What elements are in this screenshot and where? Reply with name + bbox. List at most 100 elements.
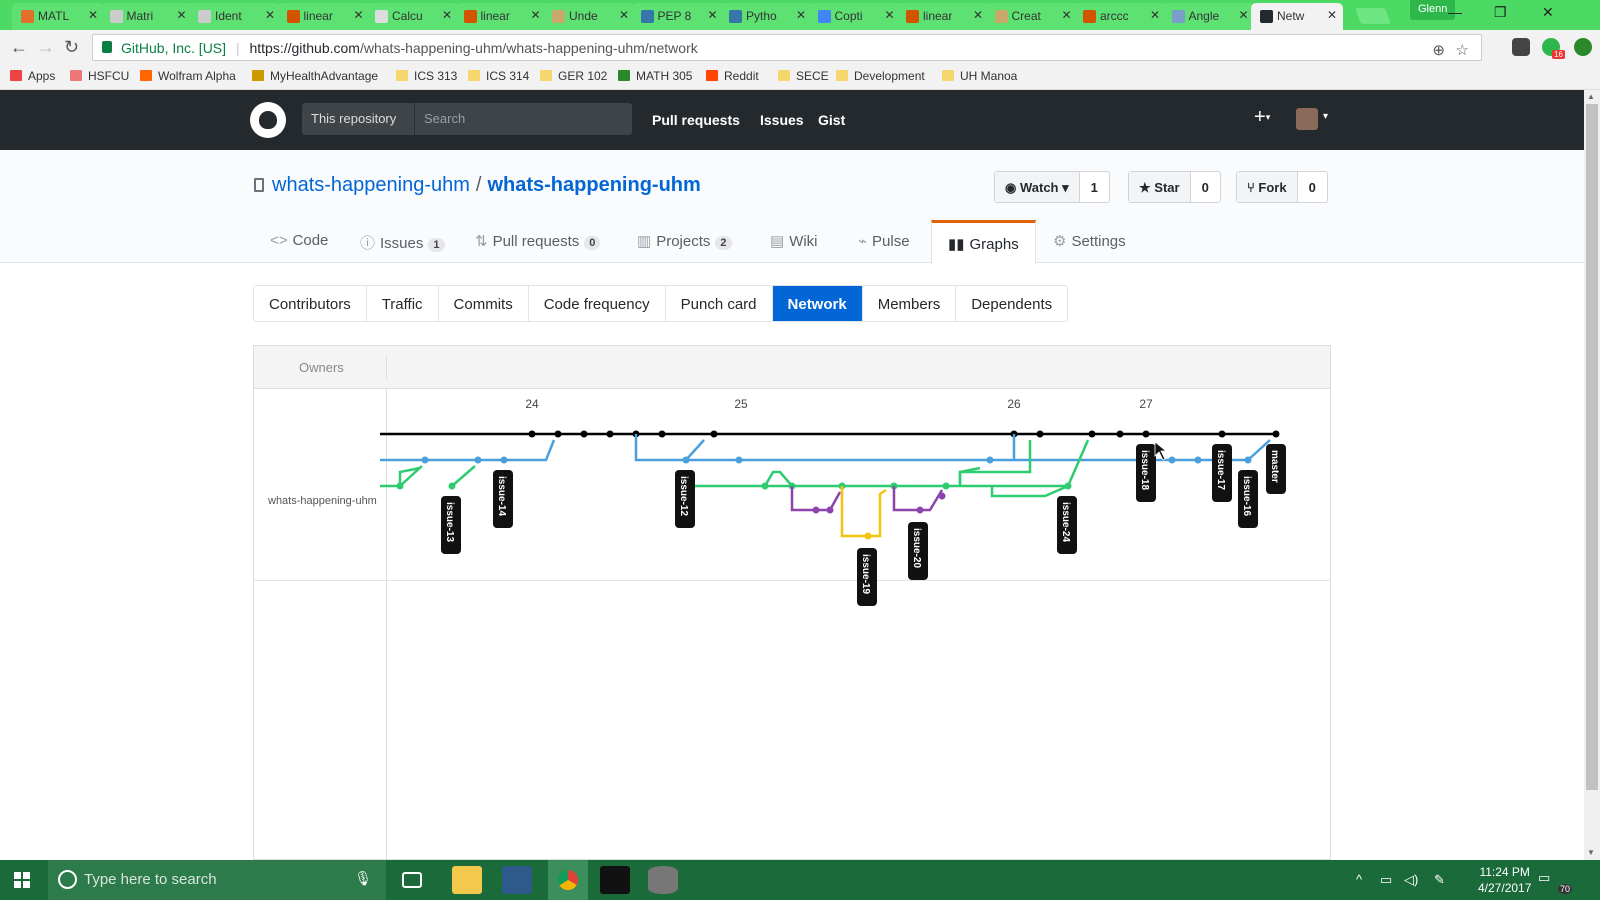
avatar[interactable] [1296,108,1318,130]
close-icon[interactable]: ✕ [265,8,275,22]
browser-tab[interactable]: Netw ✕ [1251,3,1343,30]
network-icon[interactable]: ▭ [1380,872,1392,888]
bookmark-star-icon[interactable]: ☆ [1456,41,1469,59]
repo-name-link[interactable]: whats-happening-uhm [487,174,700,196]
volume-icon[interactable]: ◁) [1404,872,1418,888]
bookmark-item[interactable]: HSFCU [70,69,129,83]
pocket-icon[interactable] [1512,38,1530,56]
close-icon[interactable]: ✕ [973,8,983,22]
branch-label[interactable]: issue-17 [1212,444,1232,502]
action-center-icon[interactable]: ▭ [1538,870,1550,886]
browser-tab[interactable]: linear ✕ [454,3,547,30]
browser-tab[interactable]: Pytho ✕ [720,3,812,30]
chrome-icon[interactable] [548,860,588,900]
close-icon[interactable]: ✕ [1061,8,1071,22]
subnav-members[interactable]: Members [863,286,957,321]
branch-label[interactable]: issue-20 [908,522,928,580]
tab-issues[interactable]: ⓘ Issues 1 [360,220,445,264]
subnav-code-frequency[interactable]: Code frequency [529,286,666,321]
browser-tab[interactable]: Angle ✕ [1162,3,1255,30]
update-icon[interactable] [1574,38,1592,56]
watch-count[interactable]: 1 [1080,172,1109,202]
close-icon[interactable]: ✕ [442,8,452,22]
nav-gist[interactable]: Gist [818,112,845,128]
close-icon[interactable]: ✕ [796,8,806,22]
taskbar-search[interactable]: Type here to search 🎙 [48,860,386,900]
close-icon[interactable]: ✕ [353,8,363,22]
browser-tab[interactable]: arccc ✕ [1074,3,1166,30]
file-explorer-icon[interactable] [452,866,482,894]
bookmark-item[interactable]: SECE [778,69,829,83]
new-tab-button[interactable] [1355,8,1391,24]
scroll-up-icon[interactable]: ▲ [1587,92,1595,101]
tab-settings[interactable]: ⚙ Settings [1053,220,1126,264]
page-scrollbar[interactable]: ▲ ▼ [1584,90,1600,860]
bookmark-item[interactable]: UH Manoa [942,69,1017,83]
branch-label[interactable]: issue-24 [1057,496,1077,554]
star-button[interactable]: ★ Star [1129,172,1191,202]
bookmark-item[interactable]: ICS 314 [468,69,529,83]
subnav-traffic[interactable]: Traffic [367,286,439,321]
back-icon[interactable]: ← [10,37,28,58]
zoom-icon[interactable]: ⊕ [1432,41,1445,59]
branch-label[interactable]: issue-12 [675,470,695,528]
microphone-icon[interactable]: 🎙 [354,870,372,887]
star-count[interactable]: 0 [1191,172,1220,202]
browser-tab[interactable]: Ident ✕ [189,3,281,30]
reload-icon[interactable]: ↻ [64,37,79,58]
tab-code[interactable]: <> Code [270,220,328,264]
chevron-down-icon[interactable]: ▾ [1323,111,1328,122]
pycharm-icon[interactable] [600,866,630,894]
browser-tab[interactable]: Calcu ✕ [366,3,458,30]
browser-tab[interactable]: Copti ✕ [808,3,901,30]
branch-label[interactable]: issue-16 [1238,470,1258,528]
browser-tab[interactable]: Creat ✕ [985,3,1078,30]
branch-label[interactable]: issue-13 [441,496,461,554]
subnav-dependents[interactable]: Dependents [956,286,1067,321]
close-icon[interactable]: ✕ [707,8,717,22]
bookmark-item[interactable]: MATH 305 [618,69,692,83]
fork-button[interactable]: ⑂ Fork [1237,172,1298,202]
close-icon[interactable]: ✕ [88,8,98,22]
tab-wiki[interactable]: ▤ Wiki [770,220,818,264]
browser-tab[interactable]: MATL ✕ [12,3,104,30]
subnav-network[interactable]: Network [772,286,863,321]
network-graph[interactable]: 24 25 26 27 issue-13 issue-14 issue-12 i… [380,390,1300,620]
create-new-button[interactable]: +▾ [1254,106,1270,129]
system-clock[interactable]: 11:24 PM 4/27/2017 [1478,864,1531,896]
close-icon[interactable]: ✕ [1150,8,1160,22]
scroll-down-icon[interactable]: ▼ [1587,848,1595,857]
tab-pulse[interactable]: ⌁ Pulse [858,220,910,264]
nav-pull-requests[interactable]: Pull requests [652,112,740,128]
minimize-icon[interactable]: — [1448,4,1462,20]
subnav-commits[interactable]: Commits [439,286,529,321]
subnav-contributors[interactable]: Contributors [254,286,367,321]
close-icon[interactable]: ✕ [619,8,629,22]
bookmark-item[interactable]: Wolfram Alpha [140,69,236,83]
nav-issues[interactable]: Issues [760,112,804,128]
search-input[interactable]: Search [414,103,632,135]
fork-count[interactable]: 0 [1298,172,1327,202]
browser-tab[interactable]: Unde ✕ [543,3,635,30]
close-window-icon[interactable]: ✕ [1542,4,1554,21]
branch-label[interactable]: issue-18 [1136,444,1156,502]
pen-icon[interactable]: ✎ [1434,872,1445,888]
close-icon[interactable]: ✕ [530,8,540,22]
repo-owner-link[interactable]: whats-happening-uhm [272,174,470,196]
tray-expand-icon[interactable]: ^ [1356,872,1362,887]
close-icon[interactable]: ✕ [1238,8,1248,22]
close-icon[interactable]: ✕ [1327,8,1337,22]
windows-start-icon[interactable] [14,872,30,888]
watch-button[interactable]: ◉ Watch ▾ [995,172,1080,202]
editor-app-icon[interactable] [502,866,532,894]
branch-label[interactable]: master [1266,444,1286,494]
bookmark-item[interactable]: ICS 313 [396,69,457,83]
github-logo-icon[interactable] [250,102,286,138]
bookmark-item[interactable]: Development [836,69,925,83]
tab-graphs[interactable]: ▮▮ Graphs [931,220,1036,264]
branch-label[interactable]: issue-14 [493,470,513,528]
task-view-icon[interactable] [402,872,422,888]
bookmark-item[interactable]: MyHealthAdvantage [252,69,378,83]
tab-pull-requests[interactable]: ⇅ Pull requests 0 [475,220,601,264]
close-icon[interactable]: ✕ [176,8,186,22]
